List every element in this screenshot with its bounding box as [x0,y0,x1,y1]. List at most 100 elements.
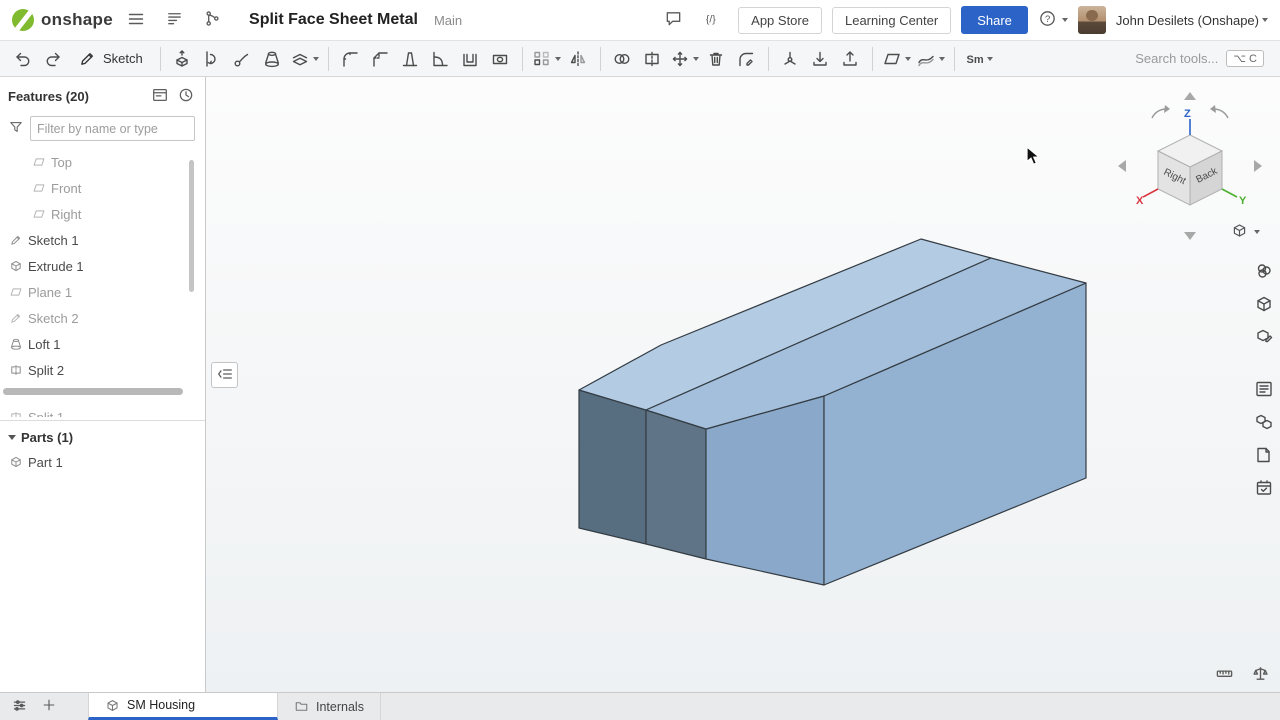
panel-parts-list-button[interactable] [1251,409,1277,435]
tool-mirror-button[interactable] [564,44,593,73]
feature-item[interactable]: Sketch 2 [0,305,205,331]
part-item[interactable]: Part 1 [0,449,205,475]
rollback-bar[interactable] [3,388,183,395]
import-icon [810,49,830,69]
parts-section-header[interactable]: Parts (1) [0,421,205,449]
chevron-down-icon[interactable] [905,57,911,61]
history-button[interactable] [173,84,199,108]
tool-transform-button[interactable] [668,44,701,73]
feature-item[interactable]: Split 2 [0,357,205,383]
feature-item[interactable]: Right [0,201,205,227]
featurescript-button[interactable]: {/} [698,5,728,35]
feature-item[interactable]: Plane 1 [0,279,205,305]
viewcube-arrow-up-icon[interactable] [1184,92,1196,100]
user-menu-button[interactable]: John Desilets (Onshape) [1116,13,1268,28]
tool-loft-button[interactable] [258,44,287,73]
workspace-name[interactable]: Main [434,13,462,28]
chevron-down-icon[interactable] [555,57,561,61]
part-face-end-left-1[interactable] [579,390,646,544]
chevron-down-icon[interactable] [939,57,945,61]
feature-item[interactable]: Front [0,175,205,201]
plane-icon [32,181,46,195]
tab-manager-button[interactable] [6,695,32,719]
feature-item[interactable]: Loft 1 [0,331,205,357]
chevron-down-icon[interactable] [987,57,993,61]
feature-filter-input[interactable] [30,116,195,141]
panel-flyout-button[interactable] [211,362,238,388]
axis-y-label: Y [1239,195,1247,207]
onshape-logo[interactable]: onshape [12,9,113,31]
feature-dialog-button[interactable] [147,84,173,108]
tool-extrude-button[interactable] [168,44,197,73]
panel-material-button[interactable] [1251,324,1277,350]
undo-icon [13,49,33,69]
feature-item[interactable]: Sketch 1 [0,227,205,253]
tool-redo-button[interactable] [38,44,67,73]
share-button[interactable]: Share [961,6,1028,34]
versions-button[interactable] [197,5,227,35]
learning-center-button[interactable]: Learning Center [832,7,951,34]
chevron-down-icon[interactable] [693,57,699,61]
viewcube-arrow-left-icon[interactable] [1118,160,1126,172]
document-panel-button[interactable] [159,5,189,35]
panel-documents-button[interactable] [1251,442,1277,468]
feature-item[interactable]: Split 1 [0,404,205,417]
panel-properties-button[interactable] [1251,376,1277,402]
panel-display-states-button[interactable] [1251,291,1277,317]
tab-internals[interactable]: Internals [278,693,381,720]
viewcube-arrow-down-icon[interactable] [1184,232,1196,240]
tool-revolve-button[interactable] [198,44,227,73]
tool-surface-button[interactable] [914,44,947,73]
feature-item[interactable]: Extrude 1 [0,253,205,279]
view-selector-button[interactable] [1224,220,1266,244]
tool-export-button[interactable] [836,44,865,73]
tab-sm-housing[interactable]: SM Housing [88,693,278,720]
tool-modify-fillet-button[interactable] [732,44,761,73]
part-face-end-left-2[interactable] [646,410,706,559]
user-avatar[interactable] [1078,6,1106,34]
tool-chamfer-button[interactable] [366,44,395,73]
add-tab-button[interactable] [36,695,62,719]
tool-linear-pattern-button[interactable] [530,44,563,73]
tab-bar-controls [0,693,68,720]
delete-part-icon [706,49,726,69]
tool-mate-connector-button[interactable] [776,44,805,73]
tool-fillet-button[interactable] [336,44,365,73]
tool-sheet-metal-button[interactable]: Sm [962,44,995,73]
mass-properties-button[interactable] [1248,663,1272,687]
tool-thicken-button[interactable] [288,44,321,73]
features-scrollbar[interactable] [189,160,194,292]
main-menu-button[interactable] [121,5,151,35]
tool-boolean-button[interactable] [608,44,637,73]
chevron-down-icon[interactable] [313,57,319,61]
measure-tool-button[interactable] [1212,663,1236,687]
list-icon [165,9,184,28]
comments-button[interactable] [658,5,688,35]
tool-undo-button[interactable] [8,44,37,73]
viewcube-arrow-right-icon[interactable] [1254,160,1262,172]
tool-import-button[interactable] [806,44,835,73]
feature-item[interactable]: Top [0,149,205,175]
tool-split-button[interactable] [638,44,667,73]
tool-sweep-button[interactable] [228,44,257,73]
tool-rib-button[interactable] [426,44,455,73]
color-circles-icon [1254,261,1274,281]
plane-icon [32,155,46,169]
graphics-viewport[interactable]: Right Back Z X Y [206,77,1280,692]
hole-icon [490,49,510,69]
tool-delete-part-button[interactable] [702,44,731,73]
panel-release-tasks-button[interactable] [1251,475,1277,501]
sketch-button[interactable]: Sketch [68,44,153,73]
tool-shell-button[interactable] [456,44,485,73]
search-tools[interactable]: Search tools... ⌥ C [1135,50,1272,67]
panel-appearances-button[interactable] [1251,258,1277,284]
filter-funnel-icon[interactable] [8,119,24,138]
tool-draft-button[interactable] [396,44,425,73]
help-button[interactable]: ? [1038,9,1068,31]
revolve-icon [202,49,222,69]
parts-header-label: Parts (1) [21,430,73,445]
tool-hole-button[interactable] [486,44,515,73]
tool-plane-button[interactable] [880,44,913,73]
app-store-button[interactable]: App Store [738,7,822,34]
feature-list: TopFrontRightSketch 1Extrude 1Plane 1Ske… [0,147,205,383]
